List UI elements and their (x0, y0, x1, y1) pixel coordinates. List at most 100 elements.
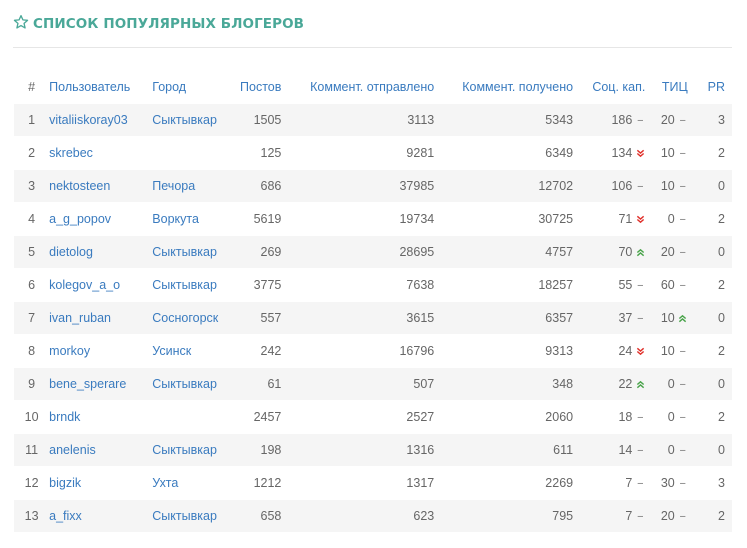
posts-count: 242 (260, 344, 282, 358)
table-row: 5 dietolog Сыктывкар 269 28695 4757 70 20− 0 (14, 235, 732, 269)
row-number: 3 (28, 179, 36, 193)
user-link[interactable]: brndk (49, 410, 80, 424)
tic-value: 10 (660, 344, 675, 358)
social-capital-value: 7 (625, 509, 633, 523)
pr-value: 2 (718, 278, 725, 292)
user-link[interactable]: dietolog (49, 245, 93, 259)
comments-received-count: 5343 (545, 113, 574, 127)
row-number: 11 (25, 443, 39, 457)
row-number: 7 (28, 311, 36, 325)
pr-value: 2 (718, 146, 725, 160)
row-number: 13 (24, 509, 39, 523)
city-link[interactable]: Воркута (152, 212, 199, 226)
trend-flat-icon: − (679, 511, 686, 523)
user-link[interactable]: morkoy (49, 344, 90, 358)
trend-flat-icon: − (637, 478, 644, 490)
comments-sent-count: 28695 (399, 245, 435, 259)
comments-sent-count: 7638 (406, 278, 435, 292)
user-link[interactable]: bene_sperare (49, 377, 126, 391)
posts-count: 658 (260, 509, 282, 523)
col-header-user[interactable]: Пользователь (49, 71, 152, 104)
tic-value: 0 (667, 212, 675, 226)
trend-down-icon (635, 346, 645, 358)
posts-count: 1212 (253, 476, 282, 490)
user-link[interactable]: skrebec (49, 146, 93, 160)
user-link[interactable]: kolegov_a_o (49, 278, 120, 292)
col-header-social-capital[interactable]: Соц. кап. (573, 71, 645, 104)
col-header-comments-received[interactable]: Коммент. получено (434, 71, 573, 104)
header-divider (13, 47, 732, 48)
user-link[interactable]: a_g_popov (49, 212, 111, 226)
table-row: 4 a_g_popov Воркута 5619 19734 30725 71 0− 2 (14, 202, 732, 236)
table-row: 3 nektosteen Печора 686 37985 12702 106−10−0 (14, 169, 732, 203)
comments-sent-count: 2527 (406, 410, 435, 424)
comments-received-count: 30725 (538, 212, 574, 226)
trend-flat-icon: − (637, 115, 644, 127)
tic-value: 20 (660, 509, 675, 523)
social-capital-value: 7 (625, 476, 633, 490)
table-row: 12 bigzik Ухта 1212 1317 2269 7−30−3 (14, 466, 732, 500)
comments-sent-count: 507 (413, 377, 435, 391)
col-header-num[interactable]: # (14, 71, 49, 104)
user-link[interactable]: nektosteen (49, 179, 110, 193)
posts-count: 557 (260, 311, 282, 325)
user-link[interactable]: ivan_ruban (49, 311, 111, 325)
comments-sent-count: 19734 (399, 212, 435, 226)
comments-received-count: 2269 (545, 476, 574, 490)
tic-value: 10 (660, 179, 675, 193)
city-link[interactable]: Сыктывкар (152, 245, 217, 259)
social-capital-value: 70 (618, 245, 633, 259)
row-number: 2 (28, 146, 36, 160)
tic-value: 30 (660, 476, 675, 490)
page-header: СПИСОК ПОПУЛЯРНЫХ БЛОГЕРОВ (13, 12, 304, 36)
pr-value: 3 (718, 113, 725, 127)
col-header-pr[interactable]: PR (688, 71, 732, 104)
col-header-city[interactable]: Город (152, 71, 231, 104)
col-header-tic[interactable]: ТИЦ (645, 71, 688, 104)
trend-flat-icon: − (679, 478, 686, 490)
social-capital-value: 55 (618, 278, 633, 292)
comments-sent-count: 9281 (406, 146, 435, 160)
city-link[interactable]: Сосногорск (152, 311, 218, 325)
comments-sent-count: 37985 (399, 179, 435, 193)
comments-received-count: 611 (553, 443, 574, 457)
user-link[interactable]: a_fixx (49, 509, 82, 523)
table-row: 8 morkoy Усинск 242 16796 9313 24 10− 2 (14, 334, 732, 368)
pr-value: 0 (718, 443, 725, 457)
trend-up-icon (678, 313, 688, 325)
trend-flat-icon: − (679, 148, 686, 160)
city-link[interactable]: Сыктывкар (152, 509, 217, 523)
comments-sent-count: 623 (413, 509, 435, 523)
social-capital-value: 37 (618, 311, 633, 325)
user-link[interactable]: vitaliiskoray03 (49, 113, 128, 127)
city-link[interactable]: Ухта (152, 476, 178, 490)
city-link[interactable]: Сыктывкар (152, 443, 217, 457)
table-row: 1 vitaliiskoray03 Сыктывкар 1505 3113 5343 186… (14, 103, 732, 137)
city-link[interactable]: Усинск (152, 344, 191, 358)
social-capital-value: 134 (611, 146, 633, 160)
table-row: 10 brndk 2457 2527 2060 18−0−2 (14, 400, 732, 434)
city-link[interactable]: Сыктывкар (152, 278, 217, 292)
col-header-posts[interactable]: Постов (232, 71, 281, 104)
city-link[interactable]: Сыктывкар (152, 377, 217, 391)
posts-count: 61 (267, 377, 282, 391)
comments-sent-count: 16796 (399, 344, 435, 358)
table-row: 9 bene_sperare Сыктывкар 61 507 348 22 0−0 (14, 367, 732, 401)
pr-value: 2 (718, 410, 725, 424)
row-number: 8 (28, 344, 36, 358)
trend-down-icon (635, 214, 645, 226)
posts-count: 3775 (253, 278, 282, 292)
user-link[interactable]: anelenis (49, 443, 96, 457)
trend-flat-icon: − (679, 115, 686, 127)
trend-flat-icon: − (637, 181, 644, 193)
trend-flat-icon: − (637, 445, 644, 457)
user-link[interactable]: bigzik (49, 476, 81, 490)
table-row: 13 a_fixx Сыктывкар 658 623 795 7−20−2 (14, 499, 732, 532)
city-link[interactable]: Сыктывкар (152, 113, 217, 127)
col-header-comments-sent[interactable]: Коммент. отправлено (281, 71, 434, 104)
pr-value: 0 (718, 311, 725, 325)
trend-up-icon (635, 379, 645, 391)
city-link[interactable]: Печора (152, 179, 195, 193)
tic-value: 20 (660, 245, 675, 259)
trend-flat-icon: − (637, 280, 644, 292)
